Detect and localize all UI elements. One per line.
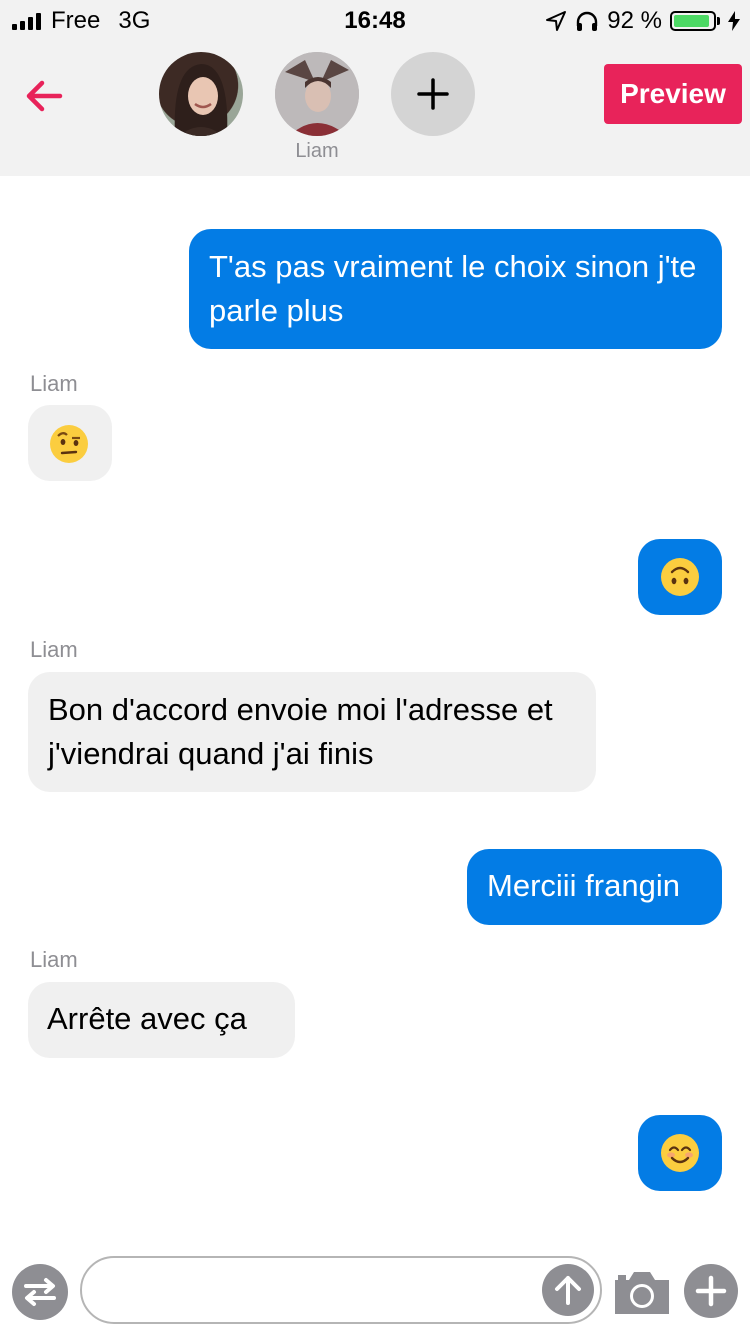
location-arrow-icon xyxy=(545,10,567,32)
plus-icon xyxy=(695,1275,727,1307)
charging-bolt-icon xyxy=(728,11,740,31)
message-text: Bon d'accord envoie moi l'adresse et j'v… xyxy=(48,692,553,771)
message-bubble-incoming[interactable]: Bon d'accord envoie moi l'adresse et j'v… xyxy=(28,672,596,792)
plus-icon xyxy=(417,78,449,110)
send-arrow-icon xyxy=(555,1276,581,1305)
status-right: 92 % xyxy=(545,7,740,35)
avatar-liam xyxy=(275,52,359,136)
message-input[interactable] xyxy=(80,1256,602,1324)
headphones-icon xyxy=(575,10,599,32)
swap-icon xyxy=(24,1278,56,1306)
message-bubble-incoming[interactable] xyxy=(28,405,112,481)
avatar-participant-1[interactable] xyxy=(159,52,243,136)
status-bar: Free 3G 16:48 92 % xyxy=(0,0,750,40)
sender-name: Liam xyxy=(30,637,78,662)
message-bubble-outgoing[interactable] xyxy=(638,1115,722,1191)
message-bubble-outgoing[interactable]: T'as pas vraiment le choix sinon j'te pa… xyxy=(189,229,722,349)
message-bubble-incoming[interactable]: Arrête avec ça xyxy=(28,982,295,1058)
chat-header: Liam Preview xyxy=(0,40,750,176)
message-text: T'as pas vraiment le choix sinon j'te pa… xyxy=(209,249,697,328)
battery-icon xyxy=(670,11,720,31)
message-text: Merciii frangin xyxy=(487,868,680,903)
face-with-raised-eyebrow-icon xyxy=(50,425,88,463)
avatar-participant-2[interactable] xyxy=(275,52,359,136)
add-attachment-button[interactable] xyxy=(684,1264,738,1318)
participant-name: Liam xyxy=(295,140,339,162)
send-button[interactable] xyxy=(542,1264,594,1316)
battery-percent: 92 % xyxy=(607,7,662,34)
back-button[interactable] xyxy=(22,74,66,118)
message-bubble-outgoing[interactable]: Merciii frangin xyxy=(467,849,722,925)
back-arrow-icon xyxy=(26,80,63,112)
preview-button[interactable]: Preview xyxy=(604,64,742,124)
message-text: Arrête avec ça xyxy=(47,1001,247,1036)
upside-down-face-icon xyxy=(661,558,699,596)
sender-name: Liam xyxy=(30,947,78,972)
add-participant-button[interactable] xyxy=(391,52,475,136)
message-bubble-outgoing[interactable] xyxy=(638,539,722,615)
smiling-face-icon xyxy=(661,1134,699,1172)
battery-fill xyxy=(674,15,709,27)
swap-sender-button[interactable] xyxy=(12,1264,68,1320)
avatar-girl xyxy=(174,64,228,136)
camera-icon xyxy=(615,1272,669,1314)
composer-bar xyxy=(0,1240,750,1334)
sender-name: Liam xyxy=(30,371,78,396)
camera-button[interactable] xyxy=(612,1266,672,1318)
